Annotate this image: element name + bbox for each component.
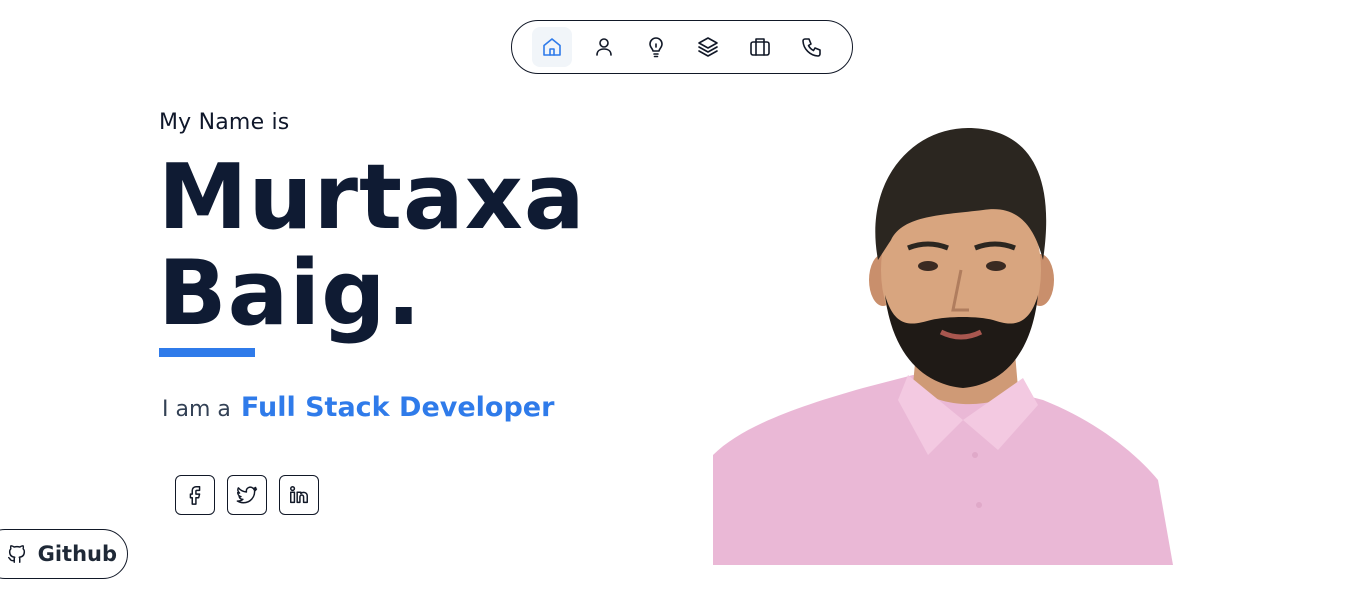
page: My Name is Murtaxa Baig. I am a Full Sta… <box>0 0 1365 599</box>
github-icon <box>7 545 25 563</box>
nav-services-button[interactable] <box>688 27 728 67</box>
facebook-button[interactable] <box>175 475 215 515</box>
twitter-button[interactable] <box>227 475 267 515</box>
github-button[interactable]: Github <box>0 529 128 579</box>
intro-text: My Name is <box>159 110 290 135</box>
lightbulb-icon <box>649 37 663 58</box>
profile-photo <box>713 120 1173 565</box>
nav-home-button[interactable] <box>532 27 572 67</box>
user-icon <box>596 38 612 56</box>
layers-icon <box>698 37 718 57</box>
last-name: Baig. <box>158 241 422 346</box>
top-nav <box>511 20 853 74</box>
portrait-illustration <box>713 128 1173 565</box>
home-icon <box>543 38 561 56</box>
role-line: I am a Full Stack Developer <box>162 392 554 423</box>
role-prefix: I am a <box>162 397 231 422</box>
phone-icon <box>802 38 821 57</box>
nav-contact-button[interactable] <box>792 27 832 67</box>
linkedin-icon <box>290 486 308 504</box>
facebook-icon <box>189 486 201 505</box>
first-name: Murtaxa <box>158 145 586 250</box>
linkedin-button[interactable] <box>279 475 319 515</box>
social-links <box>175 475 319 515</box>
name-underline <box>159 348 255 357</box>
github-label: Github <box>37 542 117 566</box>
twitter-icon <box>236 486 258 504</box>
nav-skills-button[interactable] <box>636 27 676 67</box>
briefcase-icon <box>750 38 770 56</box>
page-title: Murtaxa Baig. <box>158 150 586 342</box>
shirt <box>713 375 1173 565</box>
role-title: Full Stack Developer <box>240 392 555 423</box>
nav-about-button[interactable] <box>584 27 624 67</box>
nav-portfolio-button[interactable] <box>740 27 780 67</box>
